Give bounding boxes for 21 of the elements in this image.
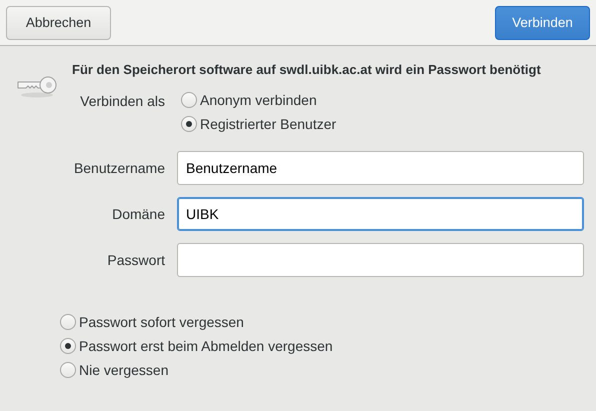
input-field[interactable] xyxy=(177,243,584,277)
connect-button[interactable]: Verbinden xyxy=(495,6,590,40)
cancel-button[interactable]: Abbrechen xyxy=(6,6,111,40)
input-field[interactable]: Benutzername xyxy=(177,151,584,185)
field-label: Passwort xyxy=(106,252,165,268)
key-icon xyxy=(16,74,58,98)
field-label: Verbinden als xyxy=(79,92,165,109)
radio-button[interactable] xyxy=(60,338,76,354)
radio-option[interactable]: Anonym verbinden xyxy=(181,89,584,111)
input-field[interactable]: UIBK xyxy=(177,197,584,231)
radio-option[interactable]: Passwort sofort vergessen xyxy=(60,311,584,333)
radio-button[interactable] xyxy=(181,92,197,108)
field-label: Benutzername xyxy=(72,160,165,176)
radio-button[interactable] xyxy=(60,362,76,378)
message-text: Für den Speicherort software auf swdl.uibk.ac.at wird ein Passwort benötigt xyxy=(72,62,542,77)
radio-button[interactable] xyxy=(60,314,76,330)
field-label: Domäne xyxy=(111,206,165,222)
radio-option[interactable]: Registrierter Benutzer xyxy=(181,113,584,135)
radio-option[interactable]: Nie vergessen xyxy=(60,359,584,381)
radio-button[interactable] xyxy=(181,116,197,132)
radio-option[interactable]: Passwort erst beim Abmelden vergessen xyxy=(60,335,584,357)
